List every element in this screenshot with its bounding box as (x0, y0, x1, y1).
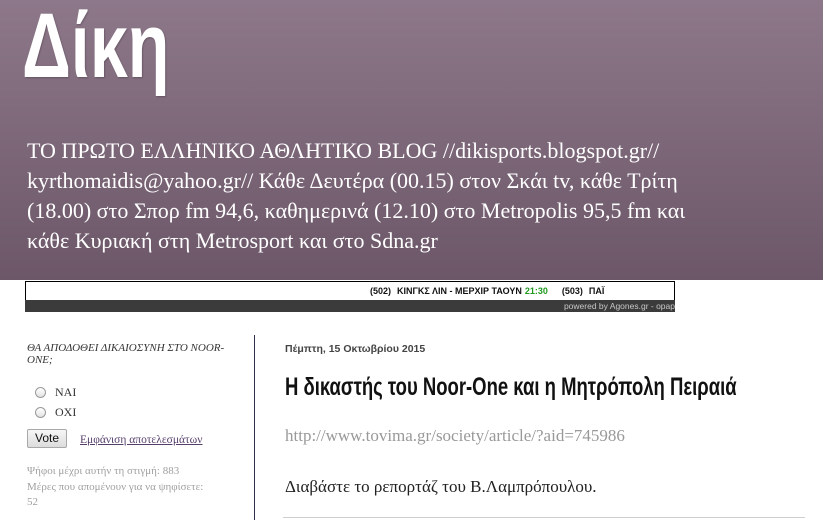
blog-title[interactable]: Δίκη (22, 0, 169, 92)
poll-option-radio[interactable] (35, 406, 46, 418)
poll-votes-line: Ψήφοι μέχρι αυτήν τη στιγμή: 883 (27, 464, 249, 480)
main-column: Πέμπτη, 15 Οκτωβρίου 2015 Η δικαστής του… (285, 0, 815, 520)
poll-options: ΝΑΙ ΟΧΙ (35, 382, 76, 422)
post-title[interactable]: Η δικαστής του Noor-One και η Μητρόπολη … (285, 372, 815, 402)
poll-votes-label: Ψήφοι μέχρι αυτήν τη στιγμή: (27, 465, 160, 477)
sidebar-poll-widget: ΘΑ ΑΠΟΔΟΘΕΙ ΔΙΚΑΙΟΣΥΝΗ ΣΤΟ NOOR-ONE; ΝΑΙ… (27, 342, 249, 520)
poll-option-yes[interactable]: ΝΑΙ (35, 382, 76, 402)
poll-question: ΘΑ ΑΠΟΔΟΘΕΙ ΔΙΚΑΙΟΣΥΝΗ ΣΤΟ NOOR-ONE; (27, 342, 225, 366)
column-divider (254, 335, 255, 520)
poll-option-radio[interactable] (35, 386, 46, 398)
poll-option-label[interactable]: ΝΑΙ (55, 385, 76, 400)
poll-option-label[interactable]: ΟΧΙ (55, 405, 76, 420)
post-body-text: Διαβάστε το ρεπορτάζ του Β.Λαμπρόπουλου. (285, 477, 597, 496)
post-date: Πέμπτη, 15 Οκτωβρίου 2015 (285, 343, 426, 355)
poll-votes-count: 883 (162, 465, 180, 477)
poll-stats: Ψήφοι μέχρι αυτήν τη στιγμή: 883 Μέρες π… (27, 464, 249, 511)
vote-button[interactable]: Vote (27, 429, 67, 448)
post-divider (283, 517, 805, 518)
show-results-link[interactable]: Εμφάνιση αποτελεσμάτων (80, 433, 202, 447)
poll-days-label: Μέρες που απομένουν για να ψηφίσετε: (27, 480, 204, 493)
poll-days-count: 52 (27, 496, 38, 508)
poll-option-no[interactable]: ΟΧΙ (35, 402, 76, 422)
post-title-text[interactable]: Η δικαστής του Noor-One και η Μητρόπολη … (285, 372, 737, 402)
post-source-url[interactable]: http://www.tovima.gr/society/article/?ai… (285, 426, 625, 446)
